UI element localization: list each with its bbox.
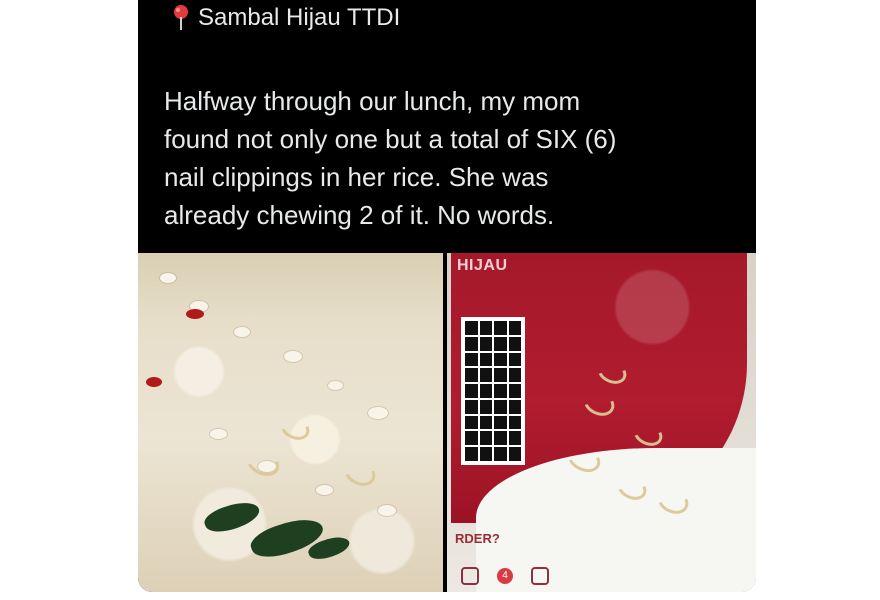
rice-grain [284, 351, 302, 362]
rice-grain [368, 407, 388, 419]
location-pin-icon [172, 4, 190, 32]
plate-photo[interactable]: HIJAU RDER? 4 [447, 253, 756, 592]
rice-grain [160, 273, 176, 283]
rice-photo[interactable] [138, 253, 443, 592]
food-order-icon [461, 567, 479, 585]
order-text: RDER? [455, 531, 500, 546]
brand-label: HIJAU [457, 257, 508, 274]
nail-clipping [340, 455, 380, 491]
location-label: Sambal Hijau TTDI [198, 4, 401, 31]
delivery-bag-icon [531, 567, 549, 585]
rice-grain [378, 505, 396, 516]
rice-grain [328, 381, 343, 390]
nail-clipping [276, 411, 314, 445]
location-row: Sambal Hijau TTDI [172, 3, 400, 33]
order-icons: 4 [461, 567, 549, 585]
tweet-text: Halfway through our lunch, my mom found … [164, 86, 617, 230]
rice-grain [234, 327, 250, 337]
qr-code [461, 317, 525, 465]
chili-piece [186, 309, 204, 319]
rice-grain [210, 429, 227, 439]
tweet-media[interactable]: HIJAU RDER? 4 [138, 253, 756, 592]
tweet-card: Sambal Hijau TTDI Halfway through our lu… [138, 0, 756, 592]
nail-clipping [242, 444, 284, 482]
leaf-piece [201, 496, 263, 538]
order-count-badge: 4 [497, 568, 513, 584]
chili-piece [146, 377, 162, 387]
rice-grain [316, 485, 333, 495]
